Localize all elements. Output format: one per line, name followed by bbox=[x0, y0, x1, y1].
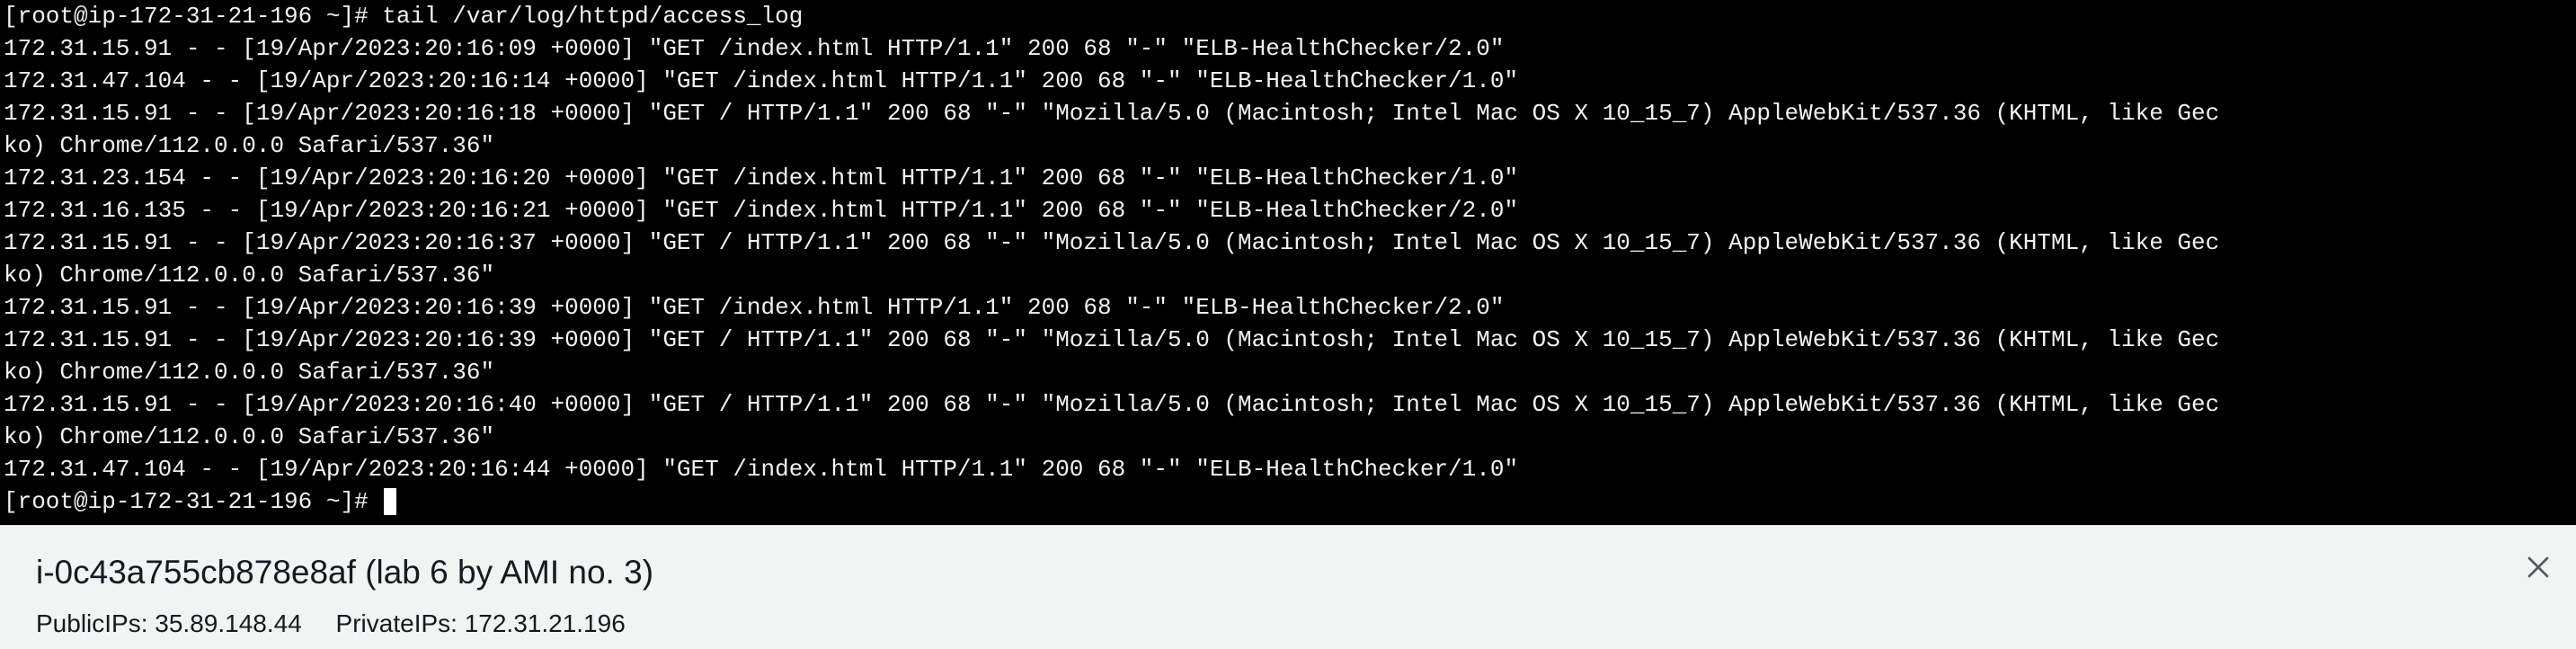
terminal-line: 172.31.15.91 - - [19/Apr/2023:20:16:09 +… bbox=[4, 35, 1505, 62]
terminal-line: 172.31.47.104 - - [19/Apr/2023:20:16:14 … bbox=[4, 67, 1519, 94]
terminal-line: ko) Chrome/112.0.0.0 Safari/537.36" bbox=[4, 423, 495, 450]
terminal-line: [root@ip-172-31-21-196 ~]# tail /var/log… bbox=[4, 3, 804, 30]
terminal-cursor bbox=[384, 488, 397, 516]
instance-title: i-0c43a755cb878e8af (lab 6 by AMI no. 3) bbox=[36, 554, 654, 591]
terminal-line: 172.31.15.91 - - [19/Apr/2023:20:16:37 +… bbox=[4, 229, 2220, 256]
terminal-output: [root@ip-172-31-21-196 ~]# tail /var/log… bbox=[4, 0, 2574, 518]
public-ips: PublicIPs: 35.89.148.44 bbox=[36, 609, 302, 637]
close-icon bbox=[2527, 556, 2549, 578]
terminal-line: ko) Chrome/112.0.0.0 Safari/537.36" bbox=[4, 132, 495, 159]
terminal-line: 172.31.23.154 - - [19/Apr/2023:20:16:20 … bbox=[4, 164, 1519, 191]
private-ips: PrivateIPs: 172.31.21.196 bbox=[335, 609, 626, 637]
terminal-line: 172.31.15.91 - - [19/Apr/2023:20:16:40 +… bbox=[4, 391, 2220, 418]
terminal-line: ko) Chrome/112.0.0.0 Safari/537.36" bbox=[4, 262, 495, 289]
terminal-line: 172.31.47.104 - - [19/Apr/2023:20:16:44 … bbox=[4, 456, 1519, 483]
terminal-line: 172.31.15.91 - - [19/Apr/2023:20:16:18 +… bbox=[4, 100, 2220, 127]
terminal-line: ko) Chrome/112.0.0.0 Safari/537.36" bbox=[4, 359, 495, 386]
ip-addresses: PublicIPs: 35.89.148.44 PrivateIPs: 172.… bbox=[36, 609, 653, 639]
terminal-prompt: [root@ip-172-31-21-196 ~]# bbox=[4, 488, 383, 515]
terminal-window[interactable]: [root@ip-172-31-21-196 ~]# tail /var/log… bbox=[0, 0, 2576, 525]
terminal-line: 172.31.15.91 - - [19/Apr/2023:20:16:39 +… bbox=[4, 326, 2220, 353]
terminal-line: 172.31.15.91 - - [19/Apr/2023:20:16:39 +… bbox=[4, 294, 1505, 321]
instance-info-panel: i-0c43a755cb878e8af (lab 6 by AMI no. 3)… bbox=[0, 525, 2576, 649]
terminal-prompt-line[interactable]: [root@ip-172-31-21-196 ~]# bbox=[4, 485, 2574, 518]
terminal-line: 172.31.16.135 - - [19/Apr/2023:20:16:21 … bbox=[4, 197, 1519, 224]
close-button[interactable] bbox=[2518, 547, 2558, 587]
